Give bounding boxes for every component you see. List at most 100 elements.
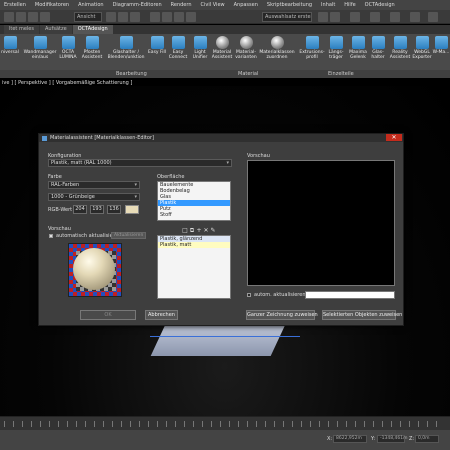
close-icon: ✕	[391, 134, 397, 141]
tab-item[interactable]: Aufsätze	[40, 25, 72, 34]
material-list[interactable]: Plastik, glänzend Plastik, matt	[157, 235, 231, 299]
curve-editor-icon[interactable]	[370, 12, 380, 22]
menu-item[interactable]: Erstellen	[4, 2, 26, 8]
assign-selected-button[interactable]: Selektierten Objekten zuweisen	[322, 310, 402, 320]
connect-icon	[171, 36, 185, 49]
rotate-icon[interactable]	[118, 12, 128, 22]
assign-all-button[interactable]: Ganzer Zeichnung zuweisen	[246, 310, 318, 320]
right-auto-update-checkbox[interactable]	[247, 293, 251, 297]
auto-update-checkbox[interactable]	[49, 234, 53, 238]
selection-set-dropdown[interactable]: Auswahlsatz erstelle	[262, 12, 312, 22]
menu-item[interactable]: Skriptbearbeitung	[267, 2, 312, 8]
material-classes-icon	[270, 36, 284, 49]
x-coordinate[interactable]: 8622,952m	[333, 435, 367, 443]
ribbon-group-bar: Bearbeitung Material Einzelteile	[0, 70, 450, 78]
menu-item[interactable]: Diagramm-Editoren	[113, 2, 162, 8]
spinner-snap-icon[interactable]	[186, 12, 196, 22]
redo-icon[interactable]	[16, 12, 26, 22]
glass-clamp-button[interactable]: Glas-halter	[366, 36, 390, 68]
material-classes-button[interactable]: Materialklassen zuordnen	[259, 36, 295, 68]
menu-item[interactable]: Civil View	[201, 2, 225, 8]
snap-icon[interactable]	[150, 12, 160, 22]
chevron-down-icon: ▾	[134, 182, 137, 188]
wall-manager-button[interactable]: Wandmanager ein/aus	[24, 36, 56, 68]
rgb-green-field[interactable]: 193	[90, 205, 104, 214]
select-icon[interactable]	[40, 12, 50, 22]
scale-icon[interactable]	[130, 12, 140, 22]
new-icon[interactable]: □	[182, 228, 188, 234]
copy-icon[interactable]: ⧉	[189, 228, 195, 234]
wma-button[interactable]: W-Ma...	[432, 36, 450, 68]
universal-button[interactable]: niversal	[0, 36, 22, 68]
material-preview	[68, 243, 122, 297]
y-coordinate[interactable]: -1348,461m	[377, 435, 407, 443]
move-icon[interactable]	[106, 12, 116, 22]
material-name-field[interactable]	[305, 291, 395, 299]
group-label: Einzelteile	[328, 71, 354, 77]
menu-item[interactable]: Hilfe	[344, 2, 355, 8]
menu-item[interactable]: Rendern	[171, 2, 192, 8]
ok-button[interactable]: OK	[80, 310, 136, 320]
color-swatch[interactable]	[125, 205, 139, 214]
undo-icon[interactable]	[4, 12, 14, 22]
render-icon[interactable]	[428, 12, 438, 22]
material-variants-button[interactable]: Material-varianten	[234, 36, 258, 68]
layer-icon[interactable]	[350, 12, 360, 22]
update-button[interactable]: Aktualisieren	[111, 232, 147, 239]
extrusion-profile-button[interactable]: Extrusions-profil	[299, 36, 325, 68]
material-assistant-button[interactable]: Material Assistent	[210, 36, 234, 68]
color-value-select[interactable]: 1000 - Grünbeige ▾	[48, 193, 140, 201]
color-system-select[interactable]: RAL-Farben ▾	[48, 181, 140, 189]
extrusion-icon	[305, 36, 319, 49]
edit-icon[interactable]: ✎	[210, 228, 216, 234]
menu-item[interactable]: Animation	[78, 2, 104, 8]
webgl-exporter-button[interactable]: WebGL Exporter	[410, 36, 434, 68]
align-icon[interactable]	[330, 12, 340, 22]
timeline-ticks	[4, 421, 444, 427]
list-item-selected[interactable]: Plastik, matt	[158, 242, 230, 248]
configurator-select[interactable]: Plastik, matt (RAL 1000) ▾	[48, 159, 232, 167]
render-setup-icon[interactable]	[410, 12, 420, 22]
menu-item[interactable]: Anpassen	[234, 2, 258, 8]
material-sphere	[73, 248, 115, 290]
close-button[interactable]: ✕	[386, 134, 402, 141]
material-list-toolbar: □ ⧉ + ✕ ✎	[182, 228, 216, 235]
octa-lumina-button[interactable]: OCTA LUMINA	[56, 36, 80, 68]
grid-line	[150, 336, 300, 337]
material-editor-icon[interactable]	[390, 12, 400, 22]
list-item[interactable]: Stoff	[158, 212, 230, 218]
view-dropdown[interactable]: Ansicht	[74, 12, 102, 22]
surface-list[interactable]: Bauelemente Bodenbelag Glas Plastik Putz…	[157, 181, 231, 221]
rgb-blue-field[interactable]: 136	[107, 205, 121, 214]
long-beam-button[interactable]: Längs-träger	[324, 36, 348, 68]
mirror-icon[interactable]	[318, 12, 328, 22]
menu-item[interactable]: Modifikatoren	[35, 2, 69, 8]
cancel-button[interactable]: Abbrechen	[145, 310, 178, 320]
fill-icon	[150, 36, 164, 49]
z-coordinate[interactable]: 0,0m	[415, 435, 439, 443]
surface-label: Oberfläche	[157, 174, 185, 180]
rgb-red-field[interactable]: 204	[73, 205, 87, 214]
light-unifier-button[interactable]: Light Unifier	[188, 36, 212, 68]
delete-icon[interactable]: ✕	[203, 228, 209, 234]
group-label: Bearbeitung	[116, 71, 147, 77]
percent-snap-icon[interactable]	[174, 12, 184, 22]
easy-connect-button[interactable]: Easy Connect	[166, 36, 190, 68]
timeline[interactable]	[0, 416, 450, 430]
add-icon[interactable]: +	[196, 228, 202, 234]
angle-snap-icon[interactable]	[162, 12, 172, 22]
dialog-titlebar[interactable]: Materialassistent [Materialklassen-Edito…	[39, 134, 403, 142]
reality-assistant-button[interactable]: Reality Assistent	[388, 36, 412, 68]
menu-item[interactable]: Inhalt	[321, 2, 335, 8]
glass-holder-icon	[119, 36, 133, 49]
menu-item[interactable]: OCTAdesign	[365, 2, 395, 8]
tab-octadesign[interactable]: OCTAdesign	[72, 25, 113, 34]
post-assistant-button[interactable]: Pfosten Assistent	[80, 36, 104, 68]
tab-item[interactable]: ltet meles	[4, 25, 39, 34]
chevron-down-icon: ▾	[226, 160, 229, 166]
post-icon	[85, 36, 99, 49]
link-icon[interactable]	[28, 12, 38, 22]
glass-holder-button[interactable]: Glashalter / Blenden/unktion	[108, 36, 144, 68]
main-toolbar: Ansicht Auswahlsatz erstelle	[0, 10, 450, 24]
right-auto-update-label: autom. aktualisieren	[254, 292, 306, 298]
